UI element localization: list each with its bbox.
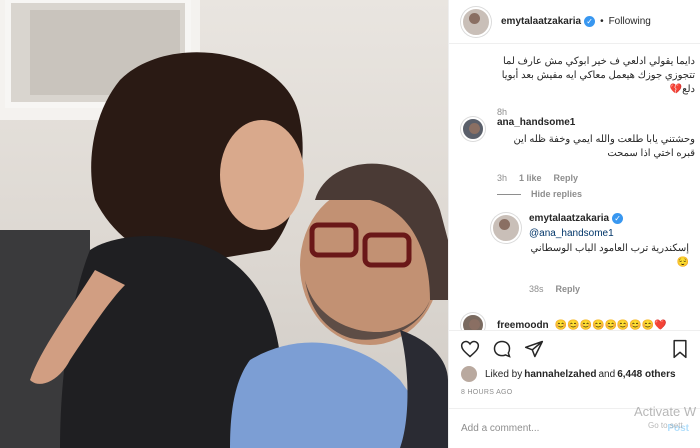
activate-windows-watermark: Activate W (634, 404, 697, 419)
verified-icon: ✓ (612, 213, 624, 224)
liker-username[interactable]: hannahelzahed (524, 369, 596, 380)
reply-avatar[interactable] (491, 213, 521, 243)
like-button[interactable] (459, 338, 481, 360)
author-avatar[interactable] (461, 6, 491, 37)
verified-icon: ✓ (584, 16, 596, 27)
likes-others[interactable]: 6,448 others (617, 369, 675, 380)
comment-like-count[interactable]: 1 like (519, 173, 542, 183)
comment-text: وحشتني يابا طلعت والله ايمي وخفة ظله اين… (513, 134, 695, 159)
heart-icon (460, 340, 480, 357)
caption-comment: دايما يقولي ادلعي ف خير ابوكي مش عارف لم… (497, 55, 695, 117)
save-button[interactable] (669, 338, 691, 360)
commenter-username[interactable]: freemoodn (497, 320, 549, 331)
action-bar (449, 330, 700, 366)
share-icon (524, 340, 544, 357)
reply-text: إسكندرية ترب العامود الباب الوسطاني😌 (530, 243, 689, 268)
comment-button[interactable] (491, 338, 513, 360)
comment-meta: 3h 1 like Reply (497, 173, 578, 183)
post-timestamp[interactable]: 8 HOURS AGO (461, 389, 513, 396)
liker-avatar[interactable] (461, 366, 477, 382)
reply-age: 38s (529, 284, 544, 294)
header-separator: • (600, 16, 604, 27)
hide-replies-line (497, 193, 521, 195)
comment-age: 3h (497, 173, 508, 183)
reply-username[interactable]: emytalaatzakaria (529, 213, 609, 224)
comment-input[interactable] (461, 423, 651, 434)
reply-meta: 38s Reply (529, 284, 580, 294)
share-button[interactable] (523, 338, 545, 360)
comment-icon (493, 340, 511, 358)
reply-mention[interactable]: @ana_handsome1 (529, 228, 614, 239)
hide-replies-button[interactable]: Hide replies (497, 189, 582, 199)
following-button[interactable]: Following (609, 16, 651, 27)
activate-windows-subtext: Go to sett (648, 421, 683, 430)
comment-text: 😊😊😊😊😊😊😊😊❤️ (554, 319, 667, 331)
caption-text: دايما يقولي ادلعي ف خير ابوكي مش عارف لم… (501, 56, 695, 95)
comments-list[interactable]: دايما يقولي ادلعي ف خير ابوكي مش عارف لم… (449, 45, 700, 330)
comment-reply-button[interactable]: Reply (554, 173, 579, 183)
caption-meta: 8h (497, 107, 507, 117)
caption-age: 8h (497, 107, 508, 117)
reply-reply-button[interactable]: Reply (556, 284, 581, 294)
photo-illustration (0, 0, 448, 448)
likes-and: and (598, 368, 616, 380)
post-header: emytalaatzakaria ✓ • Following (449, 0, 700, 44)
comment-item: ana_handsome1 وحشتني يابا طلعت والله ايم… (461, 117, 695, 199)
reply-item: emytalaatzakaria ✓ @ana_handsome1 إسكندر… (491, 213, 695, 294)
author-username[interactable]: emytalaatzakaria (501, 16, 581, 27)
comment-item: freemoodn 😊😊😊😊😊😊😊😊❤️ (461, 313, 695, 330)
bookmark-icon (673, 339, 687, 358)
post-photo[interactable] (0, 0, 448, 448)
commenter-avatar[interactable] (461, 117, 485, 141)
commenter-avatar[interactable] (461, 313, 485, 330)
post-side-panel: emytalaatzakaria ✓ • Following دايما يقو… (448, 0, 700, 448)
hide-replies-label: Hide replies (531, 189, 583, 199)
likes-prefix: Liked by (485, 368, 523, 380)
commenter-username[interactable]: ana_handsome1 (497, 117, 575, 128)
likes-summary: Liked by hannahelzahed and 6,448 others (461, 366, 676, 382)
